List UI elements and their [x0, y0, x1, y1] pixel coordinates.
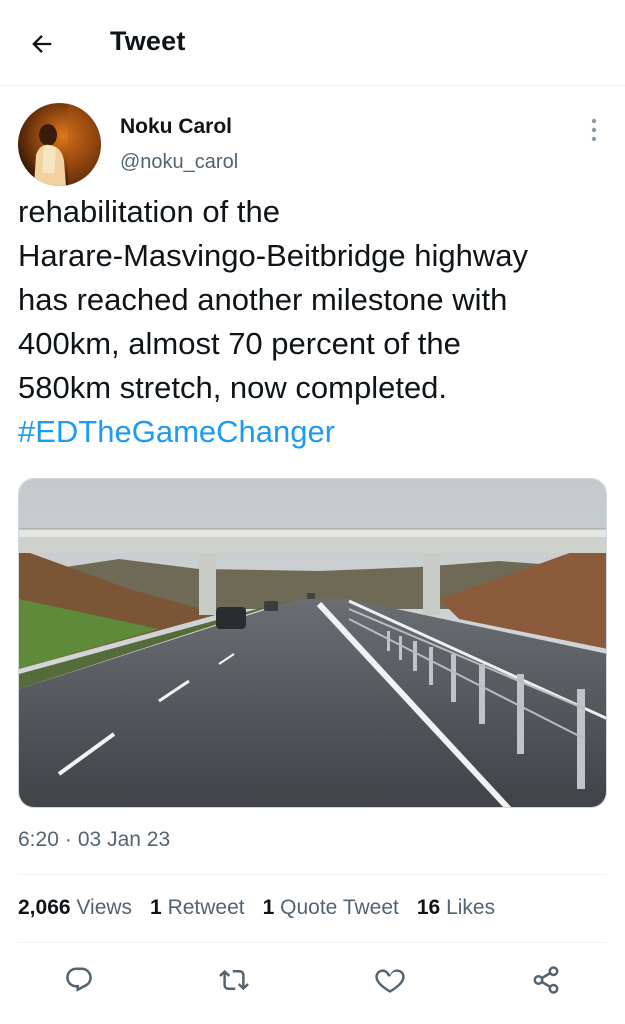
divider — [18, 942, 607, 943]
more-options-button[interactable] — [580, 112, 608, 148]
tweet-text-line: rehabilitation of the — [18, 194, 280, 229]
quote-tweets-stat[interactable]: 1 Quote Tweet — [263, 896, 399, 920]
action-bar — [0, 958, 625, 1002]
retweet-icon — [219, 969, 249, 991]
like-button[interactable] — [368, 958, 412, 1002]
share-button[interactable] — [524, 958, 568, 1002]
tweet-date: 03 Jan 23 — [77, 828, 171, 851]
quote-tweets-count: 1 — [262, 896, 275, 919]
tweet-text: rehabilitation of the Harare-Masvingo-Be… — [18, 190, 613, 454]
like-icon — [375, 969, 405, 993]
page-title: Tweet — [110, 26, 186, 56]
retweets-stat[interactable]: 1 Retweet — [150, 896, 245, 920]
reply-icon — [66, 967, 92, 992]
share-icon — [533, 966, 559, 994]
tweet-photo[interactable] — [18, 478, 607, 808]
retweet-button[interactable] — [212, 958, 256, 1002]
quote-tweets-label: Quote Tweet — [280, 896, 399, 919]
top-bar: Tweet — [0, 0, 625, 86]
author-handle[interactable]: @noku_carol — [120, 151, 238, 174]
reply-button[interactable] — [57, 958, 101, 1002]
views-label: Views — [76, 896, 133, 919]
hashtag-link[interactable]: #EDTheGameChanger — [18, 410, 613, 454]
views-count: 2,066 — [18, 896, 71, 919]
likes-stat[interactable]: 16 Likes — [417, 896, 495, 920]
tweet-time: 6:20 — [18, 828, 59, 851]
more-vertical-icon — [591, 118, 597, 142]
tweet-timestamp[interactable]: 6:20 · 03 Jan 23 — [18, 828, 170, 852]
tweet-text-line: has reached another milestone with — [18, 282, 508, 317]
tweet-text-line: Harare-Masvingo-Beitbridge highway — [18, 238, 529, 273]
likes-label: Likes — [446, 896, 496, 919]
engagement-stats: 2,066 Views 1 Retweet 1 Quote Tweet 16 L… — [18, 896, 495, 920]
divider — [18, 874, 607, 875]
avatar[interactable] — [18, 103, 101, 186]
retweets-count: 1 — [150, 896, 162, 919]
arrow-left-icon — [32, 35, 52, 53]
likes-count: 16 — [416, 896, 441, 919]
tweet-text-line: 580km stretch, now completed. — [18, 370, 448, 405]
separator-dot: · — [64, 828, 72, 851]
retweets-label: Retweet — [167, 896, 245, 919]
author-name[interactable]: Noku Carol — [120, 115, 232, 139]
back-button[interactable] — [22, 24, 62, 64]
tweet-text-line: 400km, almost 70 percent of the — [18, 326, 461, 361]
views-stat[interactable]: 2,066 Views — [18, 896, 132, 920]
